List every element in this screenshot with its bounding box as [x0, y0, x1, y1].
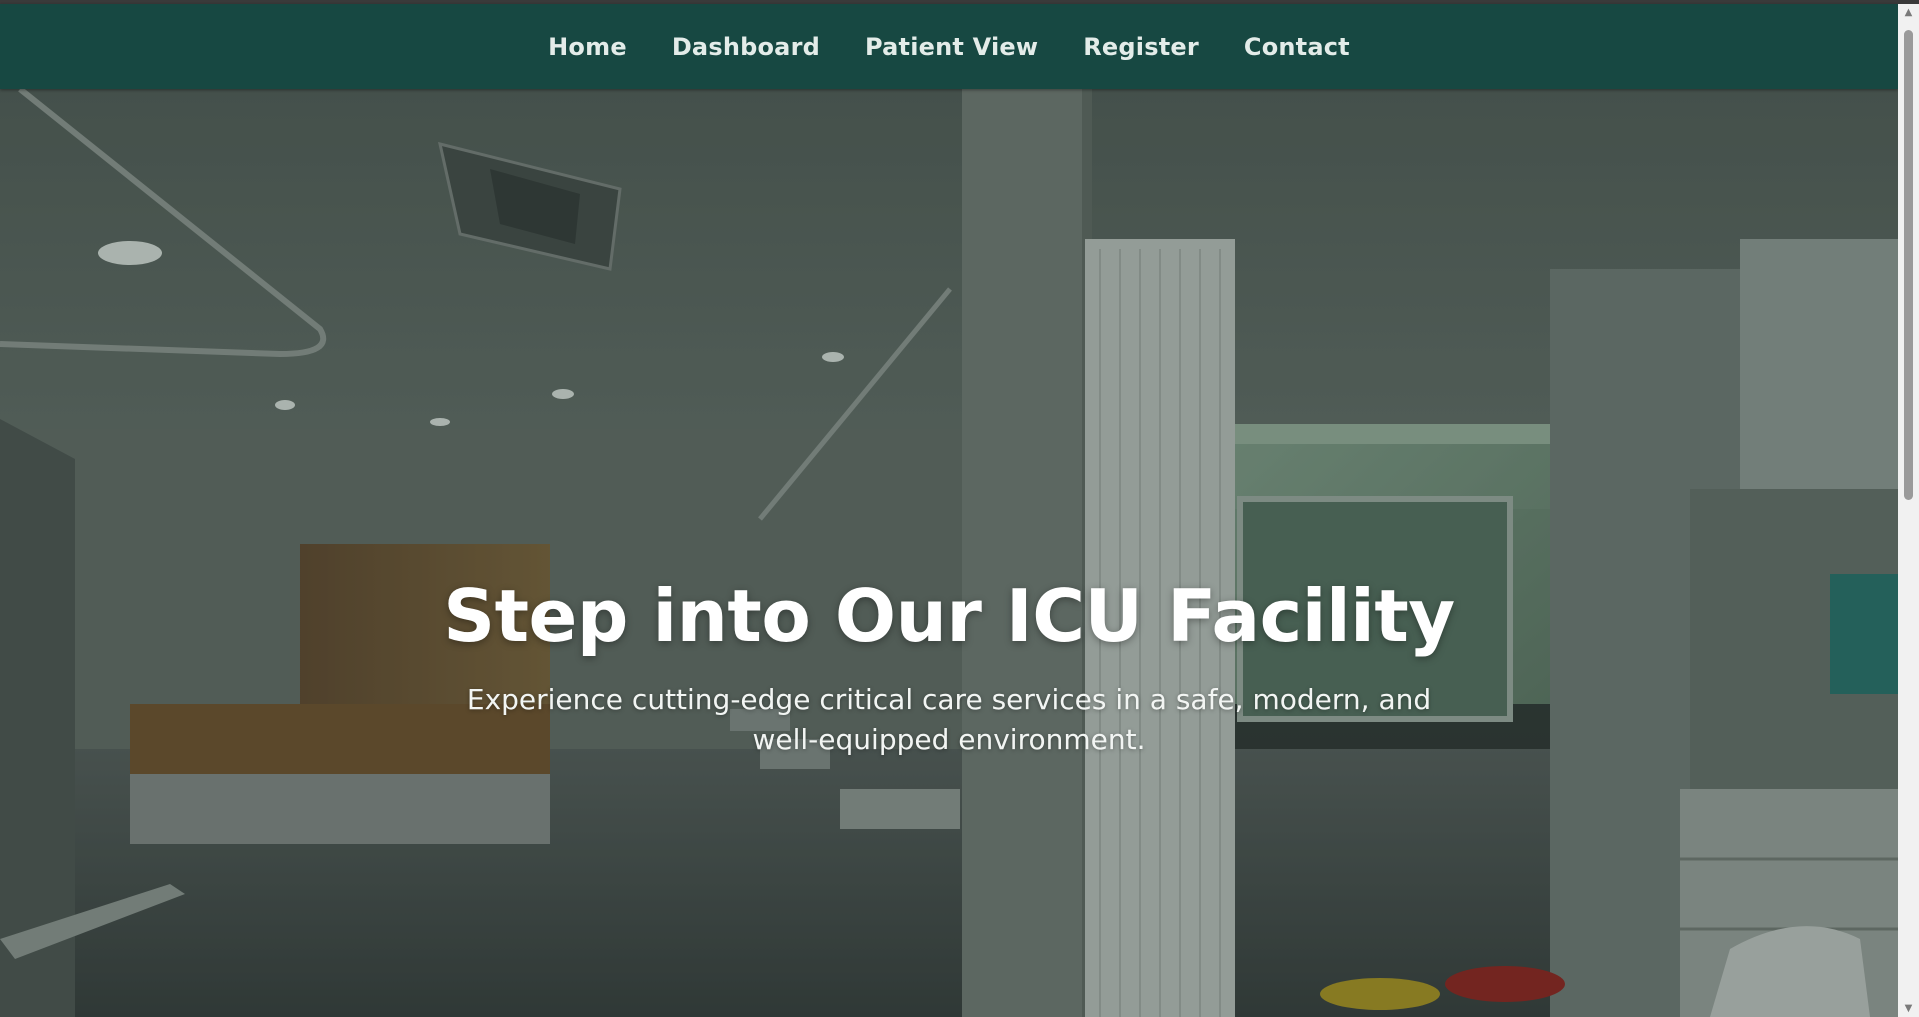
hero-dark-overlay: [0, 89, 1898, 1017]
arrow-down-icon[interactable]: ▼: [1898, 1000, 1919, 1017]
page: Home Dashboard Patient View Register Con…: [0, 0, 1919, 1017]
hero-content: Step into Our ICU Facility Experience cu…: [0, 574, 1898, 760]
nav-link-register[interactable]: Register: [1083, 33, 1199, 61]
nav-link-home[interactable]: Home: [548, 33, 627, 61]
nav-link-contact[interactable]: Contact: [1244, 33, 1350, 61]
arrow-up-icon[interactable]: ▲: [1898, 4, 1919, 21]
top-navbar: Home Dashboard Patient View Register Con…: [0, 4, 1898, 89]
hero-section: Step into Our ICU Facility Experience cu…: [0, 89, 1898, 1017]
nav-link-patient-view[interactable]: Patient View: [865, 33, 1038, 61]
vertical-scrollbar[interactable]: ▲ ▼: [1898, 4, 1919, 1017]
hero-title: Step into Our ICU Facility: [443, 574, 1455, 658]
scrollbar-thumb[interactable]: [1904, 30, 1913, 500]
nav-link-dashboard[interactable]: Dashboard: [672, 33, 820, 61]
hero-subtitle: Experience cutting-edge critical care se…: [466, 683, 1432, 756]
